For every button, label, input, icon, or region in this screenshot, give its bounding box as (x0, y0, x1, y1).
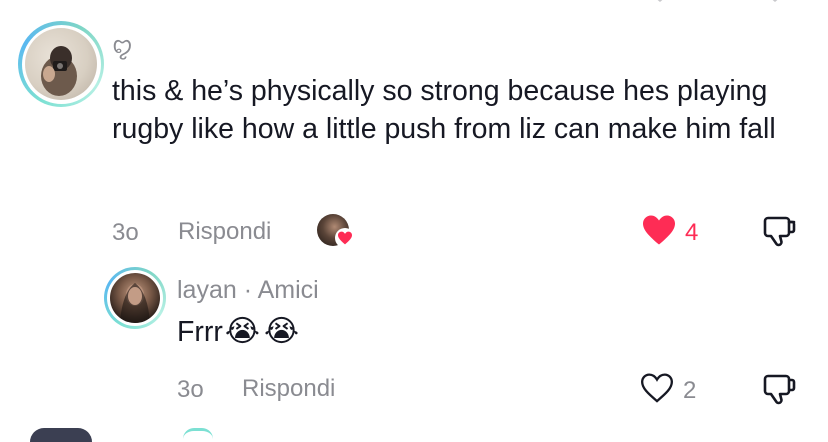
username-glyph: ꨄ (112, 33, 133, 58)
previous-item-remnant (275, 0, 315, 6)
commenter-username[interactable]: ꨄ (112, 34, 133, 58)
reply-timestamp: 3o (177, 376, 204, 403)
previous-dislike-remnant-icon (755, 0, 795, 6)
thumbs-down-icon (763, 216, 796, 247)
commenter-avatar-photo (25, 28, 97, 100)
commenter-avatar[interactable] (18, 21, 104, 107)
username-separator: · (236, 276, 258, 304)
creator-liked-badge (317, 214, 357, 248)
previous-heart-remnant-icon (640, 0, 680, 6)
dislike-button[interactable] (762, 213, 798, 249)
like-button[interactable] (641, 214, 677, 248)
reply-reply-button[interactable]: Rispondi (242, 375, 335, 403)
crying-emoji-2: 😭 (263, 315, 300, 348)
comment-timestamp: 3o (112, 219, 139, 246)
heart-icon (643, 215, 675, 245)
reply-text: Frrr (177, 316, 223, 348)
comment-text: this & he’s physically so strong because… (112, 75, 776, 145)
crying-emoji-1: 😭 (224, 315, 260, 348)
like-count: 4 (685, 219, 699, 246)
reply-button[interactable]: Rispondi (178, 218, 271, 246)
reply-like-count: 2 (683, 377, 697, 404)
reply-username-row: layan · Amici (177, 276, 319, 305)
heart-icon (640, 373, 674, 403)
reply-username[interactable]: layan (177, 276, 237, 304)
thumbs-down-icon (763, 374, 796, 405)
reply-dislike-button[interactable] (762, 371, 798, 407)
reply-like-button[interactable] (639, 372, 675, 406)
friend-label: Amici (257, 276, 319, 304)
creator-liked-badge-icon (335, 228, 355, 248)
reply-avatar-photo (110, 273, 160, 323)
reply-avatar[interactable] (104, 267, 166, 329)
next-avatar-remnant (30, 428, 92, 442)
reply-text-row: Frrr😭 😭 (177, 313, 299, 351)
